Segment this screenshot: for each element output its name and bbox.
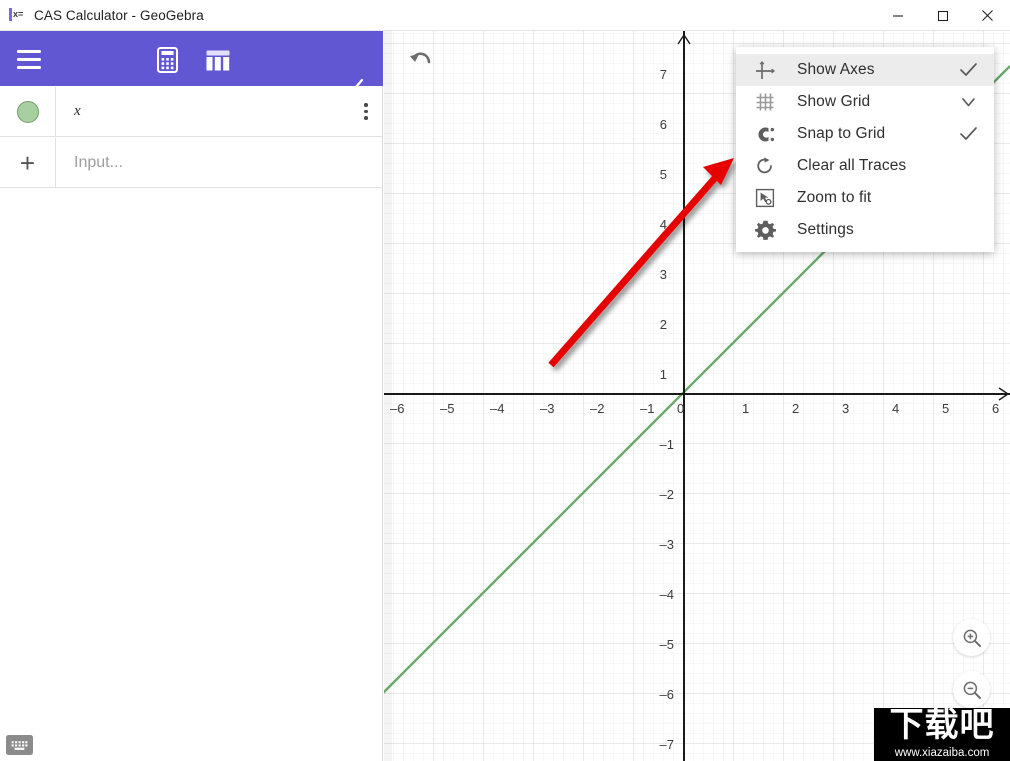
visibility-marble-cell[interactable] (0, 86, 56, 137)
y-tick-label: –7 (659, 737, 674, 752)
menu-item-show-grid[interactable]: Show Grid (736, 86, 994, 118)
menu-item-zoom-to-fit[interactable]: Zoom to fit (736, 182, 994, 214)
zoom-out-icon[interactable] (953, 671, 990, 708)
y-tick-label: –2 (659, 487, 674, 502)
x-tick-label: –6 (390, 401, 405, 416)
minimize-button[interactable] (875, 0, 920, 31)
algebra-panel: x + (0, 31, 383, 761)
menu-item-snap-to-grid[interactable]: Snap to Grid (736, 118, 994, 150)
x-tick-label: –2 (590, 401, 605, 416)
y-axis-arrow (677, 33, 691, 45)
x-tick-label: –1 (640, 401, 655, 416)
maximize-button[interactable] (920, 0, 965, 31)
zoom-to-fit-icon (752, 186, 778, 210)
x-tick-label: 1 (742, 401, 750, 416)
check-icon (956, 63, 980, 77)
window-title: CAS Calculator - GeoGebra (34, 7, 204, 23)
table-tool-icon[interactable] (201, 45, 235, 75)
app-icon-text: x= (13, 9, 24, 19)
refresh-icon (752, 154, 778, 178)
close-button[interactable] (965, 0, 1010, 31)
magnet-icon (752, 122, 778, 146)
add-row-button[interactable]: + (0, 137, 56, 188)
y-tick-label: 6 (659, 117, 667, 132)
menu-hamburger-icon[interactable] (17, 50, 41, 69)
x-tick-label: –4 (490, 401, 505, 416)
x-tick-label-origin: 0 (677, 401, 685, 416)
x-axis (384, 393, 1010, 395)
y-tick-label: 4 (659, 217, 667, 232)
expression-row[interactable]: x (0, 86, 383, 137)
y-tick-label: 2 (659, 317, 667, 332)
y-tick-label: 3 (659, 267, 667, 282)
geogebra-cas-icon: x= (9, 7, 27, 23)
y-axis (683, 31, 685, 761)
grid-icon (752, 90, 778, 114)
menu-item-label: Clear all Traces (797, 157, 907, 174)
menu-item-label: Show Axes (797, 61, 875, 78)
x-tick-label: 5 (942, 401, 950, 416)
watermark-text: 下载吧 (889, 708, 995, 745)
x-tick-label: 4 (892, 401, 900, 416)
menu-item-label: Zoom to fit (797, 189, 872, 206)
y-tick-label: 5 (659, 167, 667, 182)
menu-item-label: Settings (797, 221, 854, 238)
x-tick-label: –5 (440, 401, 455, 416)
more-options-icon[interactable] (349, 87, 383, 137)
expression-input[interactable] (56, 153, 383, 172)
x-tick-label: 3 (842, 401, 850, 416)
menu-item-clear-all-traces[interactable]: Clear all Traces (736, 150, 994, 182)
window-controls (875, 0, 1010, 31)
graphics-context-menu: Show Axes Show Grid Snap to Grid Clear a… (736, 47, 994, 252)
expression-text: x (74, 103, 81, 119)
y-tick-label: 7 (659, 67, 667, 82)
site-watermark: 下载吧 www.xiazaiba.com (874, 708, 1010, 761)
app-toolbar (0, 31, 383, 110)
input-row[interactable]: + (0, 137, 383, 188)
y-tick-label: –5 (659, 637, 674, 652)
x-tick-label: –3 (540, 401, 555, 416)
menu-item-label: Show Grid (797, 93, 871, 110)
watermark-url: www.xiazaiba.com (894, 747, 990, 759)
y-tick-label: 1 (659, 367, 667, 382)
calculator-tool-icon[interactable] (150, 45, 184, 75)
menu-item-settings[interactable]: Settings (736, 214, 994, 246)
chevron-down-icon[interactable] (956, 97, 980, 108)
title-bar: x= CAS Calculator - GeoGebra (0, 0, 1010, 31)
y-tick-label: –1 (659, 437, 674, 452)
axes-icon (752, 58, 778, 82)
x-tick-label: 2 (792, 401, 800, 416)
geogebra-window: x= CAS Calculator - GeoGebra x + Input..… (0, 0, 1010, 761)
x-tick-label: 6 (992, 401, 1000, 416)
menu-item-show-axes[interactable]: Show Axes (736, 54, 994, 86)
menu-item-label: Snap to Grid (797, 125, 886, 142)
gear-icon (752, 218, 778, 242)
y-tick-label: –3 (659, 537, 674, 552)
keyboard-icon[interactable] (6, 735, 33, 755)
plus-icon: + (19, 147, 36, 178)
undo-icon[interactable] (404, 43, 438, 77)
zoom-in-icon[interactable] (953, 619, 990, 656)
visibility-marble[interactable] (16, 100, 39, 123)
check-icon (956, 127, 980, 141)
y-tick-label: –4 (659, 587, 674, 602)
y-tick-label: –6 (659, 687, 674, 702)
